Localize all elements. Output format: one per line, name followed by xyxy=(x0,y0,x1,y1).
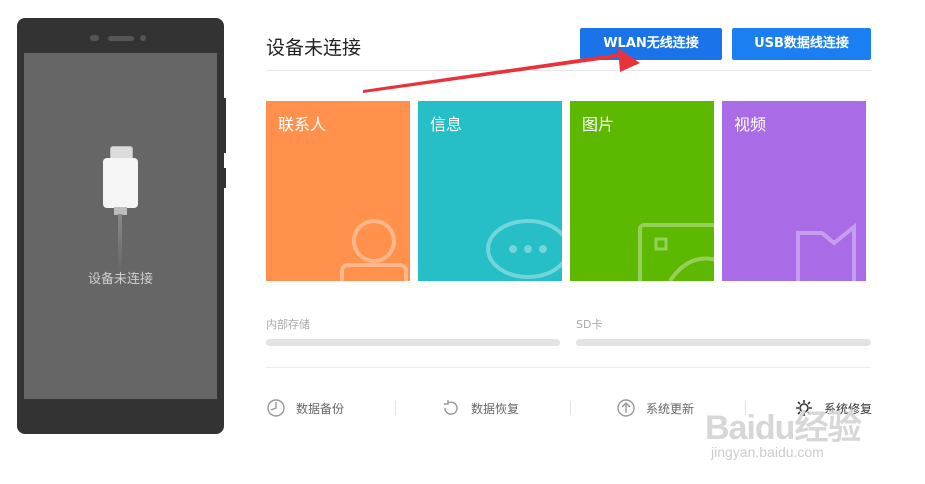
storage-divider xyxy=(266,367,871,368)
update-button[interactable]: 系统更新 xyxy=(616,398,716,418)
video-icon xyxy=(796,222,856,281)
tile-messages[interactable]: 信息 xyxy=(418,101,562,281)
restore-icon xyxy=(444,400,458,415)
tool-separator xyxy=(570,401,571,415)
sd-storage-bar xyxy=(576,339,871,346)
watermark-logo: Baidu经验 xyxy=(705,409,861,447)
picture-icon xyxy=(638,223,714,281)
restore-label: 数据恢复 xyxy=(471,402,520,416)
backup-icon xyxy=(267,399,285,417)
backup-label: 数据备份 xyxy=(296,402,345,416)
contact-icon xyxy=(340,219,408,281)
update-label: 系统更新 xyxy=(646,402,695,416)
tool-separator xyxy=(395,401,396,415)
backup-button[interactable]: 数据备份 xyxy=(266,398,366,418)
message-icon xyxy=(486,219,562,279)
internal-storage-label: 内部存储 xyxy=(266,318,310,331)
tile-videos[interactable]: 视频 xyxy=(722,101,866,281)
watermark-url: jingyan.baidu.com xyxy=(711,444,824,460)
tile-pictures[interactable]: 图片 xyxy=(570,101,714,281)
tile-contacts[interactable]: 联系人 xyxy=(266,101,410,281)
update-icon xyxy=(617,399,635,417)
internal-storage-bar xyxy=(266,339,560,346)
sd-storage-label: SD卡 xyxy=(576,318,603,331)
restore-button[interactable]: 数据恢复 xyxy=(441,398,541,418)
baidu-watermark: Baidu经验 jingyan.baidu.com xyxy=(705,380,910,468)
